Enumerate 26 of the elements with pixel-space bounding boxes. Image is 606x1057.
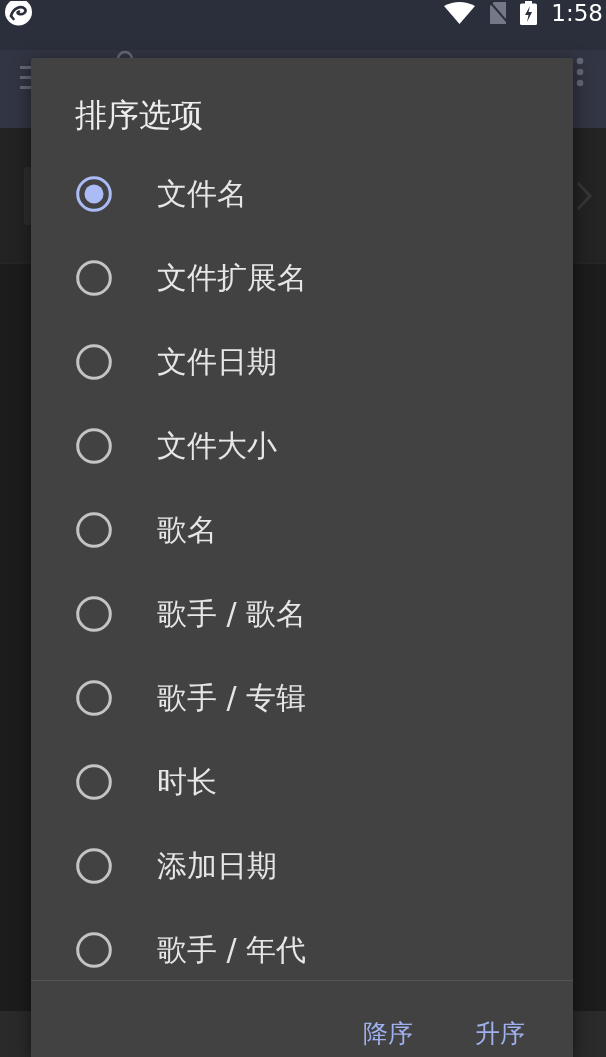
more-options-icon[interactable] [576, 57, 584, 87]
sort-option-label[interactable]: 文件大小 [157, 426, 277, 466]
sort-option-label[interactable]: 文件扩展名 [157, 258, 307, 298]
sort-option-label[interactable]: 文件名 [157, 174, 247, 214]
dialog-title: 排序选项 [74, 95, 204, 136]
radio-button[interactable] [76, 680, 112, 716]
sort-option-label[interactable]: 歌手 / 年代 [157, 930, 307, 970]
radio-button[interactable] [76, 764, 112, 800]
wifi-icon [444, 2, 476, 24]
descending-button[interactable]: 降序 [351, 1013, 425, 1055]
radio-button[interactable] [76, 260, 112, 296]
clock-time: 1:58 [551, 0, 603, 26]
radio-button[interactable] [76, 848, 112, 884]
sort-option-label[interactable]: 添加日期 [157, 846, 277, 886]
sort-option-label[interactable]: 歌手 / 歌名 [157, 594, 307, 634]
radio-button[interactable] [76, 344, 112, 380]
radio-button[interactable] [76, 176, 112, 212]
sort-option-label[interactable]: 时长 [157, 762, 217, 802]
sort-option-label[interactable]: 歌名 [157, 510, 217, 550]
radio-button[interactable] [76, 596, 112, 632]
radio-button[interactable] [76, 428, 112, 464]
radio-button[interactable] [76, 512, 112, 548]
sort-option-label[interactable]: 歌手 / 专辑 [157, 678, 307, 718]
ascending-button[interactable]: 升序 [463, 1013, 537, 1055]
radio-button[interactable] [76, 932, 112, 968]
sort-option-label[interactable]: 文件日期 [157, 342, 277, 382]
